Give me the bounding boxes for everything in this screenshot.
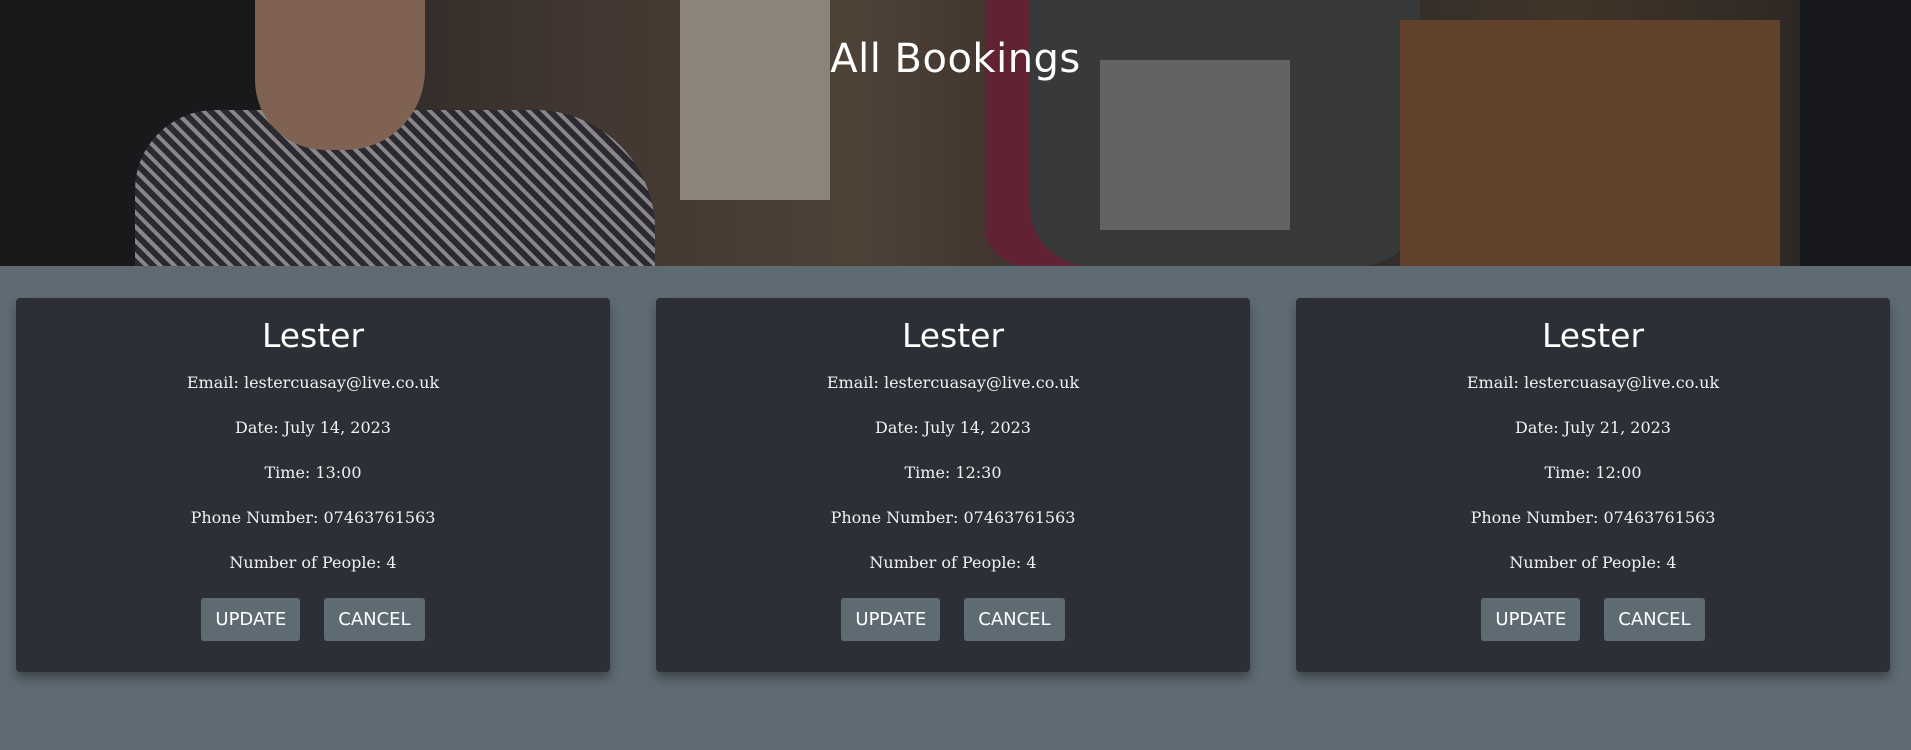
update-button[interactable]: UPDATE bbox=[1481, 598, 1581, 641]
cancel-button[interactable]: CANCEL bbox=[1604, 598, 1705, 641]
cancel-button[interactable]: CANCEL bbox=[324, 598, 425, 641]
booking-card: Lester Email: lestercuasay@live.co.uk Dat… bbox=[1296, 298, 1890, 672]
booking-email: Email: lestercuasay@live.co.uk bbox=[186, 373, 440, 392]
booking-time: Time: 12:00 bbox=[1544, 463, 1642, 482]
booking-actions: UPDATE CANCEL bbox=[1296, 598, 1890, 641]
booking-card: Lester Email: lestercuasay@live.co.uk Dat… bbox=[656, 298, 1250, 672]
cancel-button[interactable]: CANCEL bbox=[964, 598, 1065, 641]
booking-people: Number of People: 4 bbox=[869, 553, 1037, 572]
bookings-list: Lester Email: lestercuasay@live.co.uk Dat… bbox=[16, 298, 1890, 672]
booking-date: Date: July 21, 2023 bbox=[1515, 418, 1671, 437]
booking-name: Lester bbox=[1541, 316, 1645, 355]
booking-time: Time: 13:00 bbox=[264, 463, 362, 482]
booking-phone: Phone Number: 07463761563 bbox=[830, 508, 1076, 527]
booking-name: Lester bbox=[901, 316, 1005, 355]
booking-phone: Phone Number: 07463761563 bbox=[1470, 508, 1716, 527]
hero-banner: All Bookings bbox=[0, 0, 1911, 266]
booking-email: Email: lestercuasay@live.co.uk bbox=[826, 373, 1080, 392]
booking-actions: UPDATE CANCEL bbox=[16, 598, 610, 641]
booking-people: Number of People: 4 bbox=[229, 553, 397, 572]
booking-date: Date: July 14, 2023 bbox=[235, 418, 391, 437]
booking-time: Time: 12:30 bbox=[904, 463, 1002, 482]
booking-phone: Phone Number: 07463761563 bbox=[190, 508, 436, 527]
update-button[interactable]: UPDATE bbox=[841, 598, 941, 641]
booking-date: Date: July 14, 2023 bbox=[875, 418, 1031, 437]
booking-people: Number of People: 4 bbox=[1509, 553, 1677, 572]
page-title: All Bookings bbox=[830, 36, 1081, 82]
booking-actions: UPDATE CANCEL bbox=[656, 598, 1250, 641]
booking-card: Lester Email: lestercuasay@live.co.uk Dat… bbox=[16, 298, 610, 672]
booking-name: Lester bbox=[261, 316, 365, 355]
update-button[interactable]: UPDATE bbox=[201, 598, 301, 641]
booking-email: Email: lestercuasay@live.co.uk bbox=[1466, 373, 1720, 392]
